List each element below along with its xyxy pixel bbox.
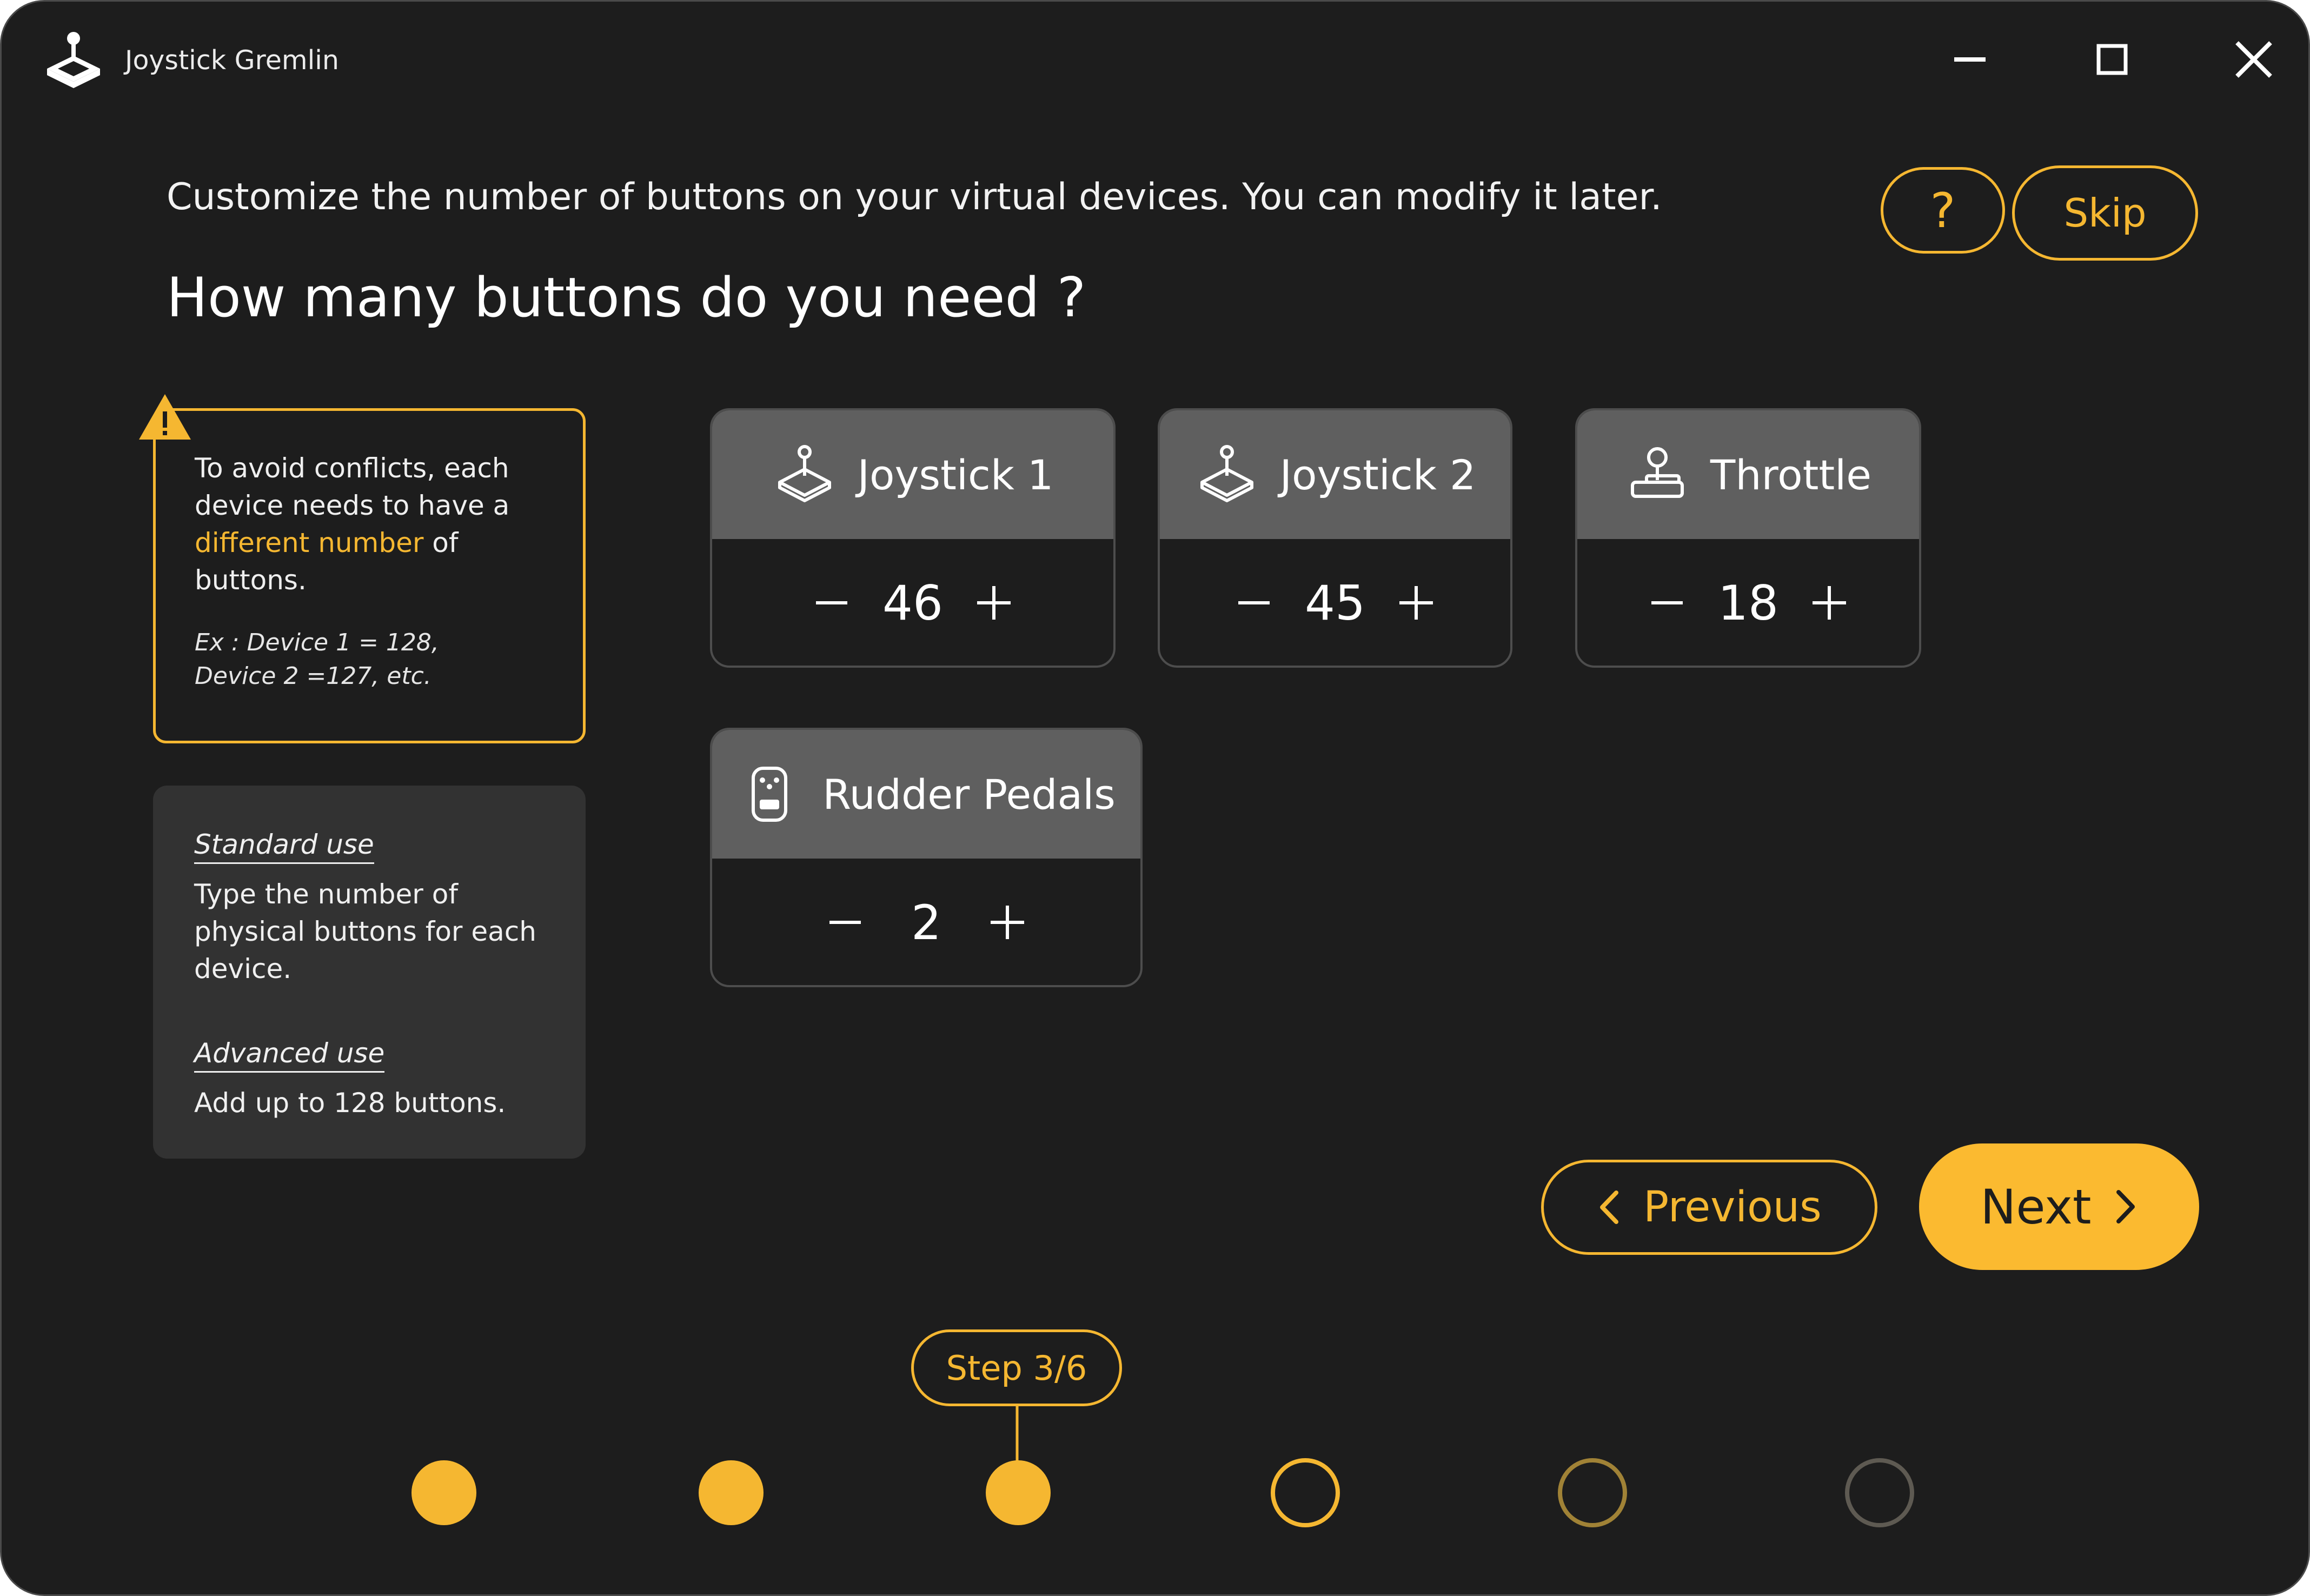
progress-stepper	[296, 1406, 2029, 1527]
progress-step-3	[986, 1460, 1051, 1525]
app-window: Joystick Gremlin Customize the number of…	[0, 0, 2310, 1596]
progress-step-5	[1558, 1458, 1627, 1527]
progress-step-2	[699, 1460, 764, 1525]
step-indicator-label: Step 3/6	[911, 1329, 1122, 1406]
progress-step-4	[1271, 1458, 1340, 1527]
progress-step-1	[411, 1460, 476, 1525]
progress-step-6	[1845, 1458, 1914, 1527]
